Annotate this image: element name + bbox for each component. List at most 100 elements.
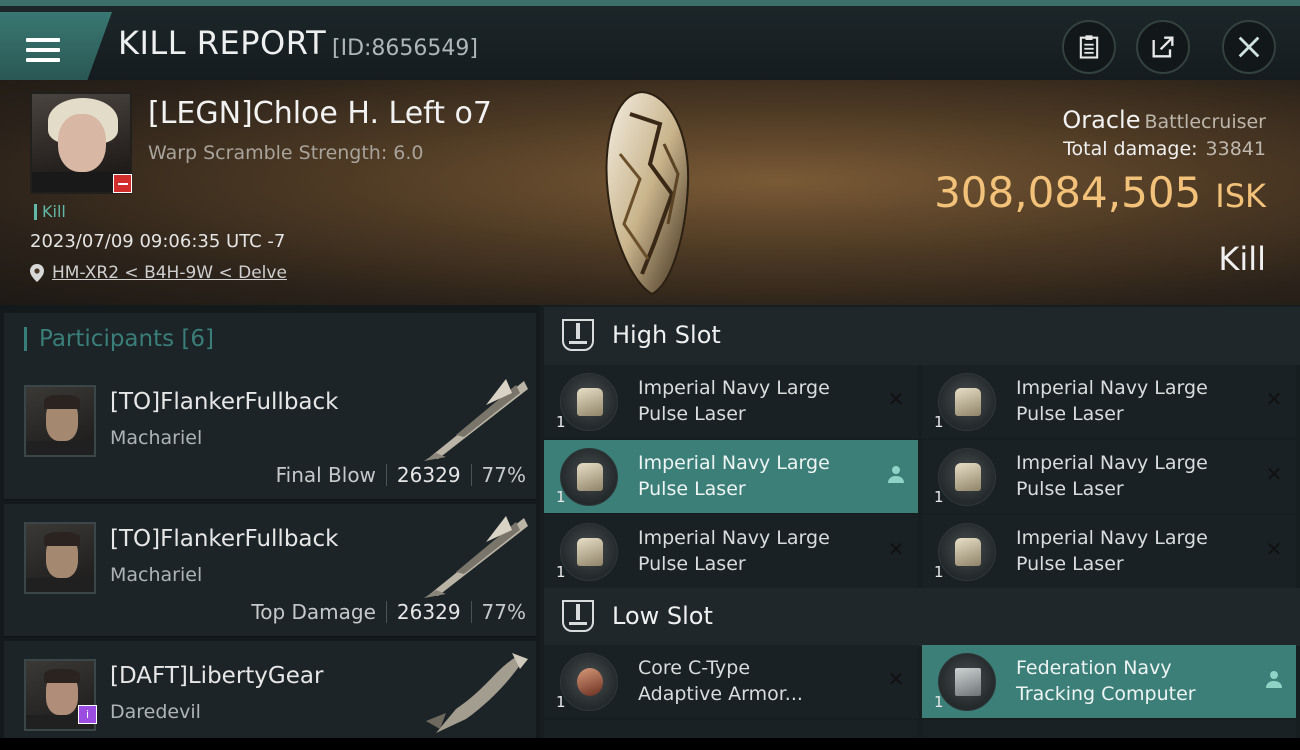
item-quantity: 1 (556, 413, 566, 431)
item-name-line2: Pulse Laser (1016, 403, 1124, 425)
share-icon (1152, 36, 1174, 58)
armor-hardener-icon (560, 653, 618, 711)
destroyed-x-icon: ✕ (1265, 462, 1283, 486)
participant-name: [TO]FlankerFullback (110, 526, 339, 552)
dropped-person-icon (1266, 671, 1282, 688)
kill-location[interactable]: HM-XR2 < B4H-9W < Delve (30, 263, 287, 283)
low-slot-header: Low Slot (544, 588, 1300, 646)
high-slot-label: High Slot (612, 321, 721, 349)
participant-avatar (24, 522, 96, 594)
item-name-line1: Imperial Navy Large (1016, 527, 1208, 549)
item-name: Imperial Navy Large Pulse Laser (638, 375, 888, 427)
item-name-line1: Imperial Navy Large (1016, 452, 1208, 474)
low-slot-icon (562, 600, 594, 632)
item-name-line2: Pulse Laser (1016, 553, 1124, 575)
high-slot-icon (562, 319, 594, 351)
participant-ship-image (424, 516, 528, 598)
participant-ship: Machariel (110, 427, 203, 449)
ship-class: Battlecruiser (1144, 111, 1266, 133)
location-pin-icon (30, 264, 44, 282)
item-name-line1: Imperial Navy Large (638, 452, 830, 474)
item-name-line2: Pulse Laser (638, 478, 746, 500)
item-name: Imperial Navy Large Pulse Laser (1016, 450, 1266, 502)
item-name: Imperial Navy Large Pulse Laser (638, 450, 888, 502)
fitting-item[interactable]: 1 Imperial Navy Large Pulse Laser (544, 440, 918, 513)
top-bar: KILL REPORT [ID:8656549] (0, 0, 1300, 80)
participants-panel: Participants [6] [TO]FlankerFullback Mac… (0, 305, 540, 750)
laser-icon (938, 448, 996, 506)
item-quantity: 1 (556, 693, 566, 711)
item-name-line1: Imperial Navy Large (638, 527, 830, 549)
item-name: Core C-Type Adaptive Armor... (638, 655, 888, 707)
kill-id: [ID:8656549] (332, 36, 478, 61)
participants-header[interactable]: Participants [6] (4, 313, 536, 367)
fitting-item[interactable]: 1 Imperial Navy Large Pulse Laser ✕ (544, 515, 918, 588)
close-icon (1238, 36, 1260, 58)
item-name-line2: Pulse Laser (638, 403, 746, 425)
participant-row[interactable]: [TO]FlankerFullback Machariel Final Blow… (4, 367, 536, 500)
kill-result: Kill (1218, 240, 1266, 278)
item-name-line2: Tracking Computer (1016, 683, 1196, 705)
menu-icon (26, 38, 60, 62)
destroyed-badge-icon (113, 174, 132, 193)
laser-icon (938, 523, 996, 581)
warp-scramble-strength: Warp Scramble Strength: 6.0 (148, 142, 424, 164)
participant-ship-image (426, 653, 528, 733)
victim-banner: [LEGN]Chloe H. Left o7 Warp Scramble Str… (0, 80, 1300, 305)
item-name-line1: Imperial Navy Large (1016, 377, 1208, 399)
location-link[interactable]: HM-XR2 < B4H-9W < Delve (52, 263, 287, 283)
participant-row[interactable]: i [DAFT]LibertyGear Daredevil (4, 641, 536, 750)
participant-damage: 26329 (396, 463, 461, 487)
item-quantity: 1 (934, 693, 944, 711)
destroyed-x-icon: ✕ (887, 387, 905, 411)
participant-role: Top Damage (251, 600, 376, 624)
participant-avatar (24, 385, 96, 457)
destroyed-x-icon: ✕ (887, 667, 905, 691)
kill-tag: Kill (34, 204, 66, 220)
bottom-edge (0, 738, 1300, 750)
participant-stats: Final Blow 26329 77% (276, 463, 526, 487)
isk-amount: 308,084,505 (934, 168, 1202, 217)
item-name-line2: Pulse Laser (638, 553, 746, 575)
fitting-item[interactable]: 1 Imperial Navy Large Pulse Laser ✕ (922, 515, 1296, 588)
destroyed-x-icon: ✕ (1265, 537, 1283, 561)
participant-role: Final Blow (275, 463, 376, 487)
participant-row[interactable]: [TO]FlankerFullback Machariel Top Damage… (4, 504, 536, 637)
item-name-line1: Imperial Navy Large (638, 377, 830, 399)
item-name: Imperial Navy Large Pulse Laser (1016, 375, 1266, 427)
item-name: Federation Navy Tracking Computer (1016, 655, 1266, 707)
close-button[interactable] (1222, 20, 1276, 74)
item-name-line1: Core C-Type (638, 657, 751, 679)
menu-button[interactable] (0, 12, 112, 80)
laser-icon (560, 448, 618, 506)
participant-percent: 77% (481, 463, 526, 487)
item-quantity: 1 (934, 413, 944, 431)
participant-ship-image (424, 379, 528, 461)
ship-name: Oracle (1062, 106, 1141, 134)
item-name-line2: Adaptive Armor... (638, 683, 803, 705)
fitting-item[interactable]: 1 Imperial Navy Large Pulse Laser ✕ (922, 440, 1296, 513)
fitting-item[interactable]: 1 Federation Navy Tracking Computer (922, 645, 1296, 718)
laser-icon (938, 373, 996, 431)
low-slot-label: Low Slot (612, 602, 713, 630)
item-name: Imperial Navy Large Pulse Laser (638, 525, 888, 577)
clipboard-icon (1079, 35, 1099, 59)
page-title: KILL REPORT (118, 24, 327, 62)
destroyed-x-icon: ✕ (887, 537, 905, 561)
victim-ship[interactable]: Oracle Battlecruiser (1062, 106, 1266, 134)
fitting-item[interactable]: 1 Imperial Navy Large Pulse Laser ✕ (544, 365, 918, 438)
item-quantity: 1 (934, 488, 944, 506)
kill-datetime: 2023/07/09 09:06:35 UTC -7 (30, 231, 286, 252)
share-button[interactable] (1136, 20, 1190, 74)
fitting-item[interactable]: 1 Imperial Navy Large Pulse Laser ✕ (922, 365, 1296, 438)
participant-ship: Machariel (110, 564, 203, 586)
item-name-line2: Pulse Laser (1016, 478, 1124, 500)
fitting-item[interactable]: 1 Core C-Type Adaptive Armor... ✕ (544, 645, 918, 718)
fitting-panel: High Slot 1 Imperial Navy Large Pulse Las… (540, 305, 1300, 750)
isk-value: 308,084,505 ISK (934, 168, 1266, 217)
participant-ship: Daredevil (110, 701, 201, 723)
clipboard-button[interactable] (1062, 20, 1116, 74)
destroyed-x-icon: ✕ (1265, 387, 1283, 411)
victim-name[interactable]: [LEGN]Chloe H. Left o7 (148, 96, 492, 131)
participant-name: [TO]FlankerFullback (110, 389, 339, 415)
